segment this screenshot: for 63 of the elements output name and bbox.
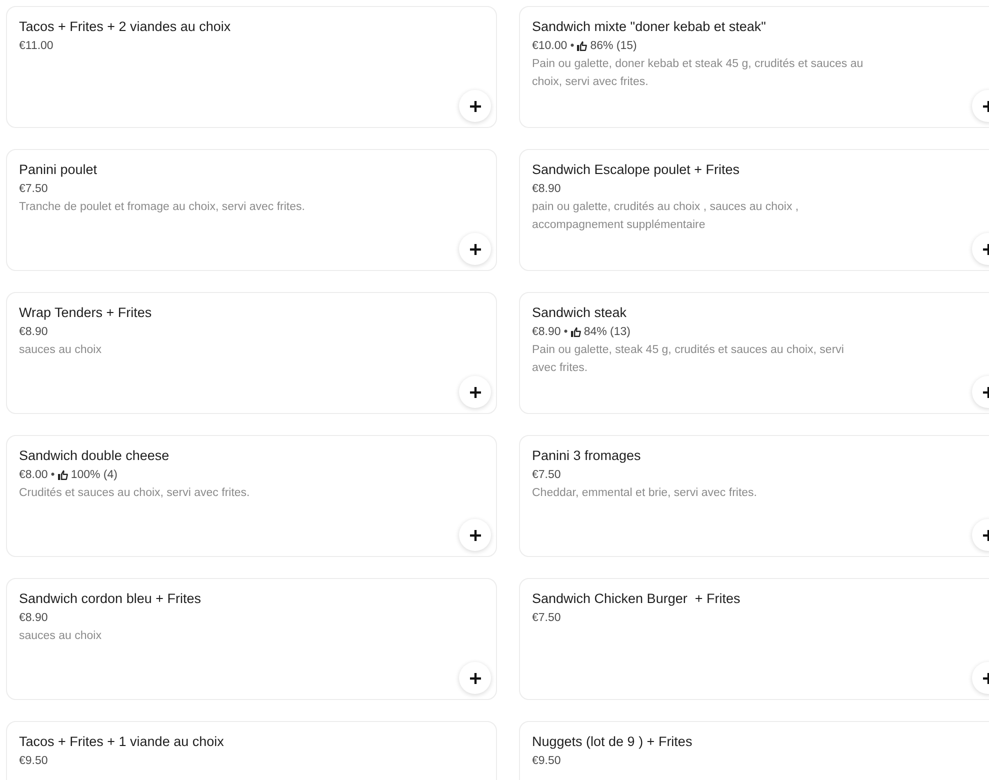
item-price: €8.90 bbox=[532, 325, 561, 340]
item-description: pain ou galette, crudités au choix , sauces au choix , accompagnement supplémentaire bbox=[532, 200, 800, 233]
plus-icon bbox=[470, 530, 480, 540]
menu-item-card[interactable]: Sandwich mixte "doner kebab et steak" €10.00 • 86% (15) Pain ou galette, doner kebab et steak 45 g, crudités et sauces au choix, servi avec frites. bbox=[519, 6, 989, 128]
menu-item-card[interactable]: Wrap Tenders + Frites €8.90 sauces au choix bbox=[6, 292, 497, 414]
add-button[interactable] bbox=[459, 662, 491, 694]
item-name: Sandwich cordon bleu + Frites bbox=[19, 590, 201, 608]
menu-item-card[interactable]: Sandwich steak €8.90 • 84% (13) Pain ou galette, steak 45 g, crudités et sauces au choix, servi avec frites. bbox=[519, 292, 989, 414]
item-description: Pain ou galette, steak 45 g, crudités et sauces au choix, servi avec frites. bbox=[532, 343, 845, 376]
separator-dot: • bbox=[50, 468, 55, 483]
plus-icon bbox=[470, 244, 480, 254]
item-name: Wrap Tenders + Frites bbox=[19, 304, 152, 322]
thumbs-up-icon bbox=[570, 327, 581, 337]
add-button[interactable] bbox=[459, 376, 491, 408]
item-price: €8.90 bbox=[19, 611, 48, 626]
plus-icon bbox=[470, 386, 480, 398]
item-price: €8.00 bbox=[19, 468, 48, 483]
menu-item-card[interactable]: Sandwich cordon bleu + Frites €8.90 sauces au choix bbox=[6, 578, 497, 700]
item-name: Nuggets (lot de 9 ) + Frites bbox=[532, 733, 692, 751]
add-button[interactable] bbox=[459, 519, 491, 551]
item-name: Tacos + Frites + 1 viande au choix bbox=[19, 733, 224, 751]
item-price: €9.50 bbox=[19, 754, 48, 769]
item-price: €7.50 bbox=[532, 468, 561, 483]
separator-dot: • bbox=[570, 39, 574, 54]
item-name: Sandwich steak bbox=[532, 304, 627, 322]
menu-item-card[interactable]: Tacos + Frites + 1 viande au choix €9.50 bbox=[6, 721, 497, 780]
menu-item-card[interactable]: Sandwich Escalope poulet + Frites €8.90 pain ou galette, crudités au choix , sauces au choix , accompagnement supplémentaire bbox=[519, 149, 989, 271]
item-description: Cheddar, emmental et brie, servi avec frites. bbox=[532, 486, 757, 501]
item-price: €11.00 bbox=[19, 39, 54, 54]
item-name: Sandwich mixte "doner kebab et steak" bbox=[532, 18, 766, 36]
plus-icon bbox=[470, 672, 480, 684]
item-price: €10.00 bbox=[532, 39, 568, 54]
add-button[interactable] bbox=[459, 90, 491, 122]
thumbs-up-icon bbox=[577, 41, 588, 51]
item-name: Sandwich Escalope poulet + Frites bbox=[532, 161, 740, 179]
item-price: €8.90 bbox=[19, 325, 48, 340]
separator-dot: • bbox=[564, 325, 568, 340]
menu-item-card[interactable]: Sandwich double cheese €8.00 • 100% (4) Crudités et sauces au choix, servi avec frites. bbox=[6, 435, 497, 557]
menu-item-card[interactable]: Panini poulet €7.50 Tranche de poulet et fromage au choix, servi avec frites. bbox=[6, 149, 497, 271]
item-name: Panini poulet bbox=[19, 161, 98, 179]
item-name: Sandwich Chicken Burger + Frites bbox=[532, 590, 740, 608]
add-button[interactable] bbox=[459, 233, 491, 265]
menu-item-card[interactable]: Panini 3 fromages €7.50 Cheddar, emmental et brie, servi avec frites. bbox=[519, 435, 989, 557]
menu-item-card[interactable]: Tacos + Frites + 2 viandes au choix €11.00 bbox=[6, 6, 497, 128]
item-name: Tacos + Frites + 2 viandes au choix bbox=[19, 18, 231, 36]
item-rating: 86% (15) bbox=[590, 39, 637, 54]
item-description: Tranche de poulet et fromage au choix, servi avec frites. bbox=[19, 200, 305, 215]
menu-item-card[interactable]: Nuggets (lot de 9 ) + Frites €9.50 bbox=[519, 721, 989, 780]
thumbs-up-icon bbox=[58, 470, 68, 480]
item-name: Panini 3 fromages bbox=[532, 447, 641, 465]
item-description: sauces au choix bbox=[19, 629, 102, 644]
item-description: Pain ou galette, doner kebab et steak 45 g, crudités et sauces au choix, servi avec frites. bbox=[532, 57, 864, 90]
item-description: sauces au choix bbox=[19, 343, 102, 358]
item-price: €7.50 bbox=[532, 611, 561, 626]
item-price: €9.50 bbox=[532, 754, 561, 769]
item-price: €8.90 bbox=[532, 182, 561, 197]
menu-item-card[interactable]: Sandwich Chicken Burger + Frites €7.50 bbox=[519, 578, 989, 700]
item-rating: 100% (4) bbox=[70, 468, 118, 483]
item-rating: 84% (13) bbox=[584, 325, 630, 340]
item-name: Sandwich double cheese bbox=[19, 447, 170, 465]
item-description: Crudités et sauces au choix, servi avec frites. bbox=[19, 486, 250, 501]
plus-icon bbox=[470, 100, 480, 112]
item-price: €7.50 bbox=[19, 182, 48, 197]
